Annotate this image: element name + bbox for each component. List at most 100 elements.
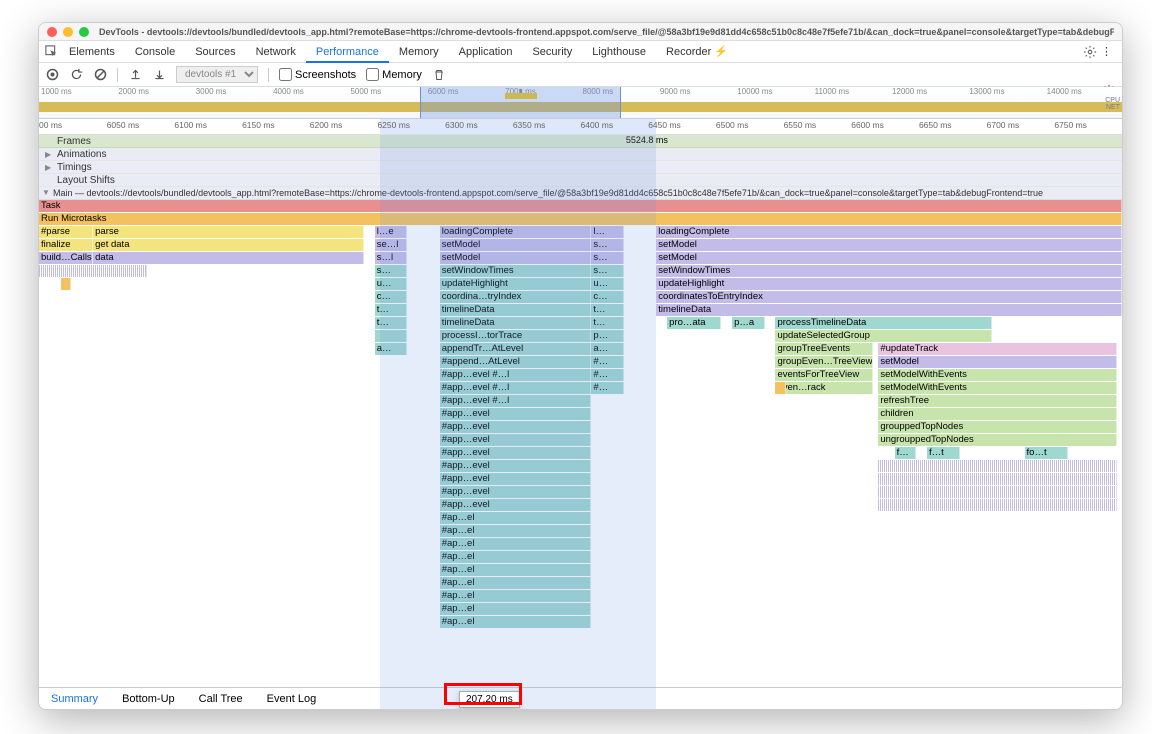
panel-tab-performance[interactable]: Performance [306,43,389,63]
flame-chart[interactable]: Frames 5524.8 ms ▶Animations ▶Timings La… [39,135,1122,710]
flame-segment[interactable]: fo…t [1025,447,1068,459]
flame-segment[interactable]: loadingComplete [440,226,592,238]
flame-segment[interactable]: even…rack [775,382,872,394]
flame-segment[interactable]: eventsForTreeView [775,369,872,381]
flame-segment[interactable]: #ap…el [440,525,592,537]
flame-segment[interactable]: setModel [440,252,592,264]
panel-tab-sources[interactable]: Sources [185,43,245,61]
flame-segment[interactable]: refreshTree [878,395,1116,407]
flame-segment[interactable]: a… [375,343,407,355]
flame-segment[interactable]: c… [375,291,407,303]
flame-segment[interactable]: processTimelineData [775,317,992,329]
flame-segment[interactable]: #app…evel [440,460,592,472]
flame-segment[interactable]: #app…evel [440,499,592,511]
flame-segment[interactable]: #app…evel #…l [440,369,592,381]
details-tab-event-log[interactable]: Event Log [255,689,329,709]
flame-segment[interactable]: coordinatesToEntryIndex [656,291,1122,303]
flame-segment[interactable]: t… [591,304,623,316]
clear-icon[interactable] [93,68,107,82]
flame-segment[interactable]: #ap…el [440,616,592,628]
flame-segment[interactable]: groupTreeEvents [775,343,872,355]
flame-segment[interactable]: #ap…el [440,538,592,550]
panel-tab-lighthouse[interactable]: Lighthouse [582,43,656,61]
flame-segment[interactable]: grouppedTopNodes [878,421,1116,433]
settings-icon[interactable] [1083,45,1097,59]
flame-segment[interactable]: updateHighlight [656,278,1122,290]
flame-segment[interactable]: s… [375,265,407,277]
flame-microtasks[interactable]: Run Microtasks [39,213,1122,225]
panel-tab-security[interactable]: Security [522,43,582,61]
flame-segment[interactable]: t… [591,317,623,329]
panel-tab-network[interactable]: Network [246,43,306,61]
flame-segment[interactable]: setWindowTimes [440,265,592,277]
flame-segment[interactable]: u… [591,278,623,290]
panel-tab-application[interactable]: Application [449,43,523,61]
flame-segment[interactable]: #ap…el [440,603,592,615]
flame-segment[interactable]: #app…evel [440,421,592,433]
flame-segment[interactable]: f… [895,447,917,459]
flame-segment[interactable]: #… [591,382,623,394]
flame-segment[interactable]: parse [93,226,364,238]
flame-segment[interactable]: updateHighlight [440,278,592,290]
download-icon[interactable] [152,68,166,82]
maximize-icon[interactable] [79,27,89,37]
flame-segment[interactable]: pro…ata [667,317,721,329]
flame-segment[interactable]: timelineData [656,304,1122,316]
main-thread-label[interactable]: ▼Main — devtools://devtools/bundled/devt… [39,187,1122,200]
inspect-icon[interactable] [45,45,59,59]
flame-segment[interactable]: s… [591,252,623,264]
flame-segment[interactable]: #ap…el [440,577,592,589]
flame-segment[interactable]: l… [591,226,623,238]
flame-segment[interactable]: setModel [440,239,592,251]
screenshots-checkbox[interactable]: Screenshots [279,68,356,81]
panel-tab-console[interactable]: Console [125,43,185,61]
timeline-ruler[interactable]: 00 ms6050 ms6100 ms6150 ms6200 ms6250 ms… [39,119,1122,135]
details-tab-bottom-up[interactable]: Bottom-Up [110,689,187,709]
flame-segment[interactable]: updateSelectedGroup [775,330,992,342]
flame-segment[interactable]: #app…evel [440,486,592,498]
flame-segment[interactable]: #ap…el [440,512,592,524]
flame-segment[interactable]: setWindowTimes [656,265,1122,277]
flame-segment[interactable]: coordina…tryIndex [440,291,592,303]
timings-track-label[interactable]: Timings [57,162,92,173]
trash-icon[interactable] [432,68,446,82]
flame-segment[interactable]: ungrouppedTopNodes [878,434,1116,446]
flame-segment[interactable]: u… [375,278,407,290]
flame-segment[interactable]: timelineData [440,317,592,329]
flame-segment[interactable]: #ap…el [440,551,592,563]
memory-checkbox[interactable]: Memory [366,68,422,81]
flame-segment[interactable]: #append…AtLevel [440,356,592,368]
flame-segment[interactable]: #ap…el [440,564,592,576]
flame-segment[interactable] [878,460,1116,472]
flame-segment[interactable] [878,486,1116,498]
flame-segment[interactable]: appendTr…AtLevel [440,343,592,355]
panel-tab-recorder[interactable]: Recorder ⚡ [656,43,738,61]
close-icon[interactable] [47,27,57,37]
flame-segment[interactable]: #app…evel #…l [440,395,592,407]
timeline-overview[interactable]: 1000 ms2000 ms3000 ms4000 ms5000 ms6000 … [39,87,1122,119]
flame-segment[interactable] [775,382,786,394]
flame-segment[interactable]: #updateTrack [878,343,1116,355]
flame-segment[interactable]: p… [591,330,623,342]
flame-segment[interactable]: l…e [375,226,407,238]
details-tab-call-tree[interactable]: Call Tree [187,689,255,709]
flame-segment[interactable]: t… [375,304,407,316]
upload-icon[interactable] [128,68,142,82]
flame-segment[interactable]: #app…evel [440,447,592,459]
flame-segment[interactable]: #app…evel [440,473,592,485]
panel-tab-elements[interactable]: Elements [59,43,125,61]
flame-segment[interactable]: c… [591,291,623,303]
flame-segment[interactable]: f…t [927,447,959,459]
details-tab-summary[interactable]: Summary [39,689,110,709]
flame-segment[interactable]: setModel [656,252,1122,264]
flame-segment[interactable]: setModelWithEvents [878,369,1116,381]
flame-segment[interactable]: processI…torTrace [440,330,592,342]
flame-segment[interactable]: setModel [878,356,1116,368]
flame-segment[interactable]: groupEven…TreeView [775,356,872,368]
flame-segment[interactable]: children [878,408,1116,420]
flame-segment[interactable]: #… [591,356,623,368]
more-icon[interactable]: ⋮ [1097,45,1116,58]
flame-segment[interactable]: finalize [39,239,93,251]
record-icon[interactable] [45,68,59,82]
flame-segment[interactable]: get data [93,239,364,251]
